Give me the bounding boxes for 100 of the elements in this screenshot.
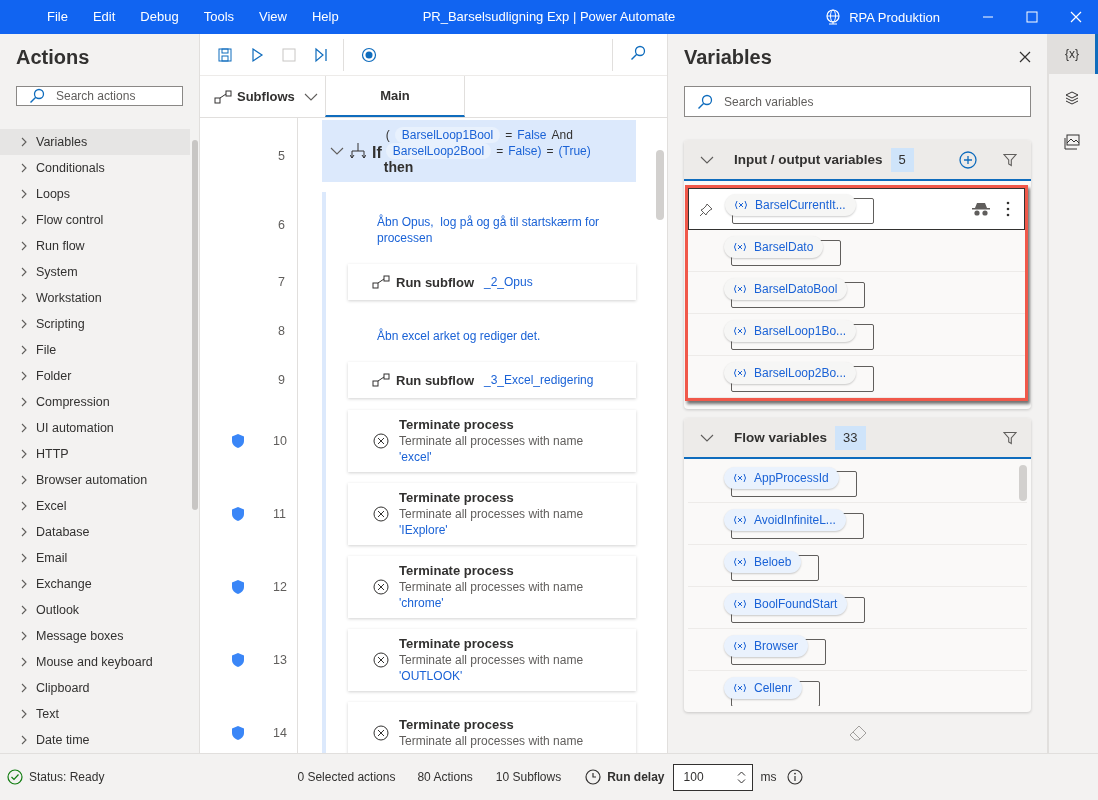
scrollbar[interactable] [192, 140, 198, 510]
tab[interactable]: Main [325, 76, 465, 117]
save-icon[interactable] [217, 46, 233, 63]
variable-icon [733, 367, 747, 378]
chevron-icon [20, 475, 28, 485]
search-box[interactable]: Search actions [16, 86, 183, 106]
action-category[interactable]: System [0, 259, 190, 285]
variable-chip[interactable]: BarselLoop1Bool [394, 127, 501, 143]
if-action[interactable]: If ( BarselLoop1Bool = False And BarselLoop2Bool = False) = (True) then [322, 120, 636, 182]
action-category[interactable]: Mouse and keyboard [0, 649, 190, 675]
run-delay-label: Run delay [607, 770, 665, 784]
action-category[interactable]: Message boxes [0, 623, 190, 649]
panel-title: Variables [684, 45, 772, 69]
menu-item[interactable]: View [249, 0, 297, 34]
unit-label: ms [760, 770, 777, 784]
action-category[interactable]: Exchange [0, 571, 190, 597]
action-card[interactable]: Run subflow _3_Excel_redigering [348, 362, 636, 398]
more-icon[interactable] [1006, 201, 1010, 217]
chevron-icon [20, 657, 28, 667]
chevron-icon [20, 215, 28, 225]
action-category[interactable]: UI automation [0, 415, 190, 441]
action-category[interactable]: HTTP [0, 441, 190, 467]
info-icon[interactable] [786, 769, 803, 785]
action-category[interactable]: Scripting [0, 311, 190, 337]
close-circle-icon [373, 651, 389, 668]
filter-icon[interactable] [1003, 430, 1017, 445]
action-card[interactable]: Run subflow _2_Opus [348, 264, 636, 300]
action-category[interactable]: Variables [0, 129, 190, 155]
action-category[interactable]: Conditionals [0, 155, 190, 181]
action-card[interactable]: Terminate process Terminate all processes with name 'excel' [348, 409, 636, 472]
action-category[interactable]: Workstation [0, 285, 190, 311]
chevron-icon [20, 189, 28, 199]
variable-icon [733, 283, 747, 294]
action-category[interactable]: Flow control [0, 207, 190, 233]
selected-row[interactable]: BarselCurrentIt... [688, 188, 1025, 230]
variable-icon [733, 682, 747, 693]
action-category[interactable]: Date time [0, 727, 190, 753]
incognito-icon[interactable] [972, 202, 990, 216]
scrollbar[interactable] [656, 150, 664, 220]
chevron-icon [20, 579, 28, 589]
action-category[interactable]: Text [0, 701, 190, 727]
close-icon[interactable] [1019, 51, 1031, 63]
action-card[interactable]: Terminate process Terminate all processes with name 'OUTLOOK' [348, 628, 636, 691]
action-category[interactable]: Run flow [0, 233, 190, 259]
condition-operator: = [546, 143, 554, 159]
scrollbar[interactable] [1019, 465, 1027, 501]
search-field[interactable]: Search variables [722, 87, 1030, 116]
maximize-icon[interactable] [1026, 11, 1038, 23]
run-delay-field[interactable]: 100 [672, 763, 753, 791]
action-card[interactable]: Terminate process Terminate all processes with name 'chrome' [348, 555, 636, 618]
action-category[interactable]: Excel [0, 493, 190, 519]
close-circle-icon [373, 505, 389, 522]
chevron-icon [20, 319, 28, 329]
actions-count: 80 Actions [417, 770, 473, 784]
action-card[interactable]: Terminate process Terminate all processes with name [348, 701, 636, 753]
line-number: 8 [277, 324, 285, 338]
line-number: 11 [273, 506, 285, 521]
action-category[interactable]: Compression [0, 389, 190, 415]
comment-text[interactable]: Åbn excel arket og rediger det. [377, 328, 617, 344]
action-category[interactable]: Clipboard [0, 675, 190, 701]
chevron-icon [20, 137, 28, 147]
window-title: PR_Barselsudligning Exp | Power Automate [422, 9, 676, 24]
pin-icon[interactable] [699, 203, 713, 217]
section-title[interactable]: Flow variables [734, 430, 828, 445]
variable-chip[interactable]: BarselLoop2Bool [385, 143, 492, 159]
line-number: 10 [273, 433, 285, 448]
comment-text[interactable]: Åbn Opus, log på og gå til startskærm for processen [377, 214, 617, 246]
add-icon[interactable] [959, 150, 977, 169]
action-category[interactable]: Database [0, 519, 190, 545]
step-icon[interactable] [313, 46, 329, 63]
section-title[interactable]: Input / output variables [734, 152, 883, 167]
menu-item[interactable]: Edit [82, 0, 126, 34]
menu-item[interactable]: Debug [130, 0, 189, 34]
filter-icon[interactable] [1003, 152, 1017, 167]
action-category[interactable]: Folder [0, 363, 190, 389]
if-keyword: If [372, 144, 382, 162]
chevron-icon [303, 91, 318, 102]
search-box[interactable]: Search variables [684, 86, 1031, 117]
play-icon[interactable] [249, 46, 265, 63]
action-category[interactable]: File [0, 337, 190, 363]
chevron-icon [20, 267, 28, 277]
menu-item[interactable]: Help [302, 0, 349, 34]
menu-item[interactable]: Tools [193, 0, 245, 34]
action-category[interactable]: Outlook [0, 597, 190, 623]
search-field[interactable]: Search actions [54, 87, 182, 105]
line-number: 9 [277, 373, 285, 387]
menu-item[interactable]: File [37, 0, 78, 34]
chevron-icon [20, 501, 28, 511]
variable-icon [733, 325, 747, 336]
action-category[interactable]: Loops [0, 181, 190, 207]
environment-name[interactable]: RPA Produktion [849, 9, 940, 25]
layers-icon [1064, 90, 1080, 106]
search-icon [29, 88, 45, 104]
record-icon[interactable] [361, 46, 377, 63]
variables-tab[interactable]: {x} [1049, 34, 1098, 74]
action-category[interactable]: Browser automation [0, 467, 190, 493]
variable-icon [733, 598, 747, 609]
action-category[interactable]: Email [0, 545, 190, 571]
clock-icon [585, 769, 602, 785]
action-card[interactable]: Terminate process Terminate all processes with name 'IExplore' [348, 482, 636, 545]
